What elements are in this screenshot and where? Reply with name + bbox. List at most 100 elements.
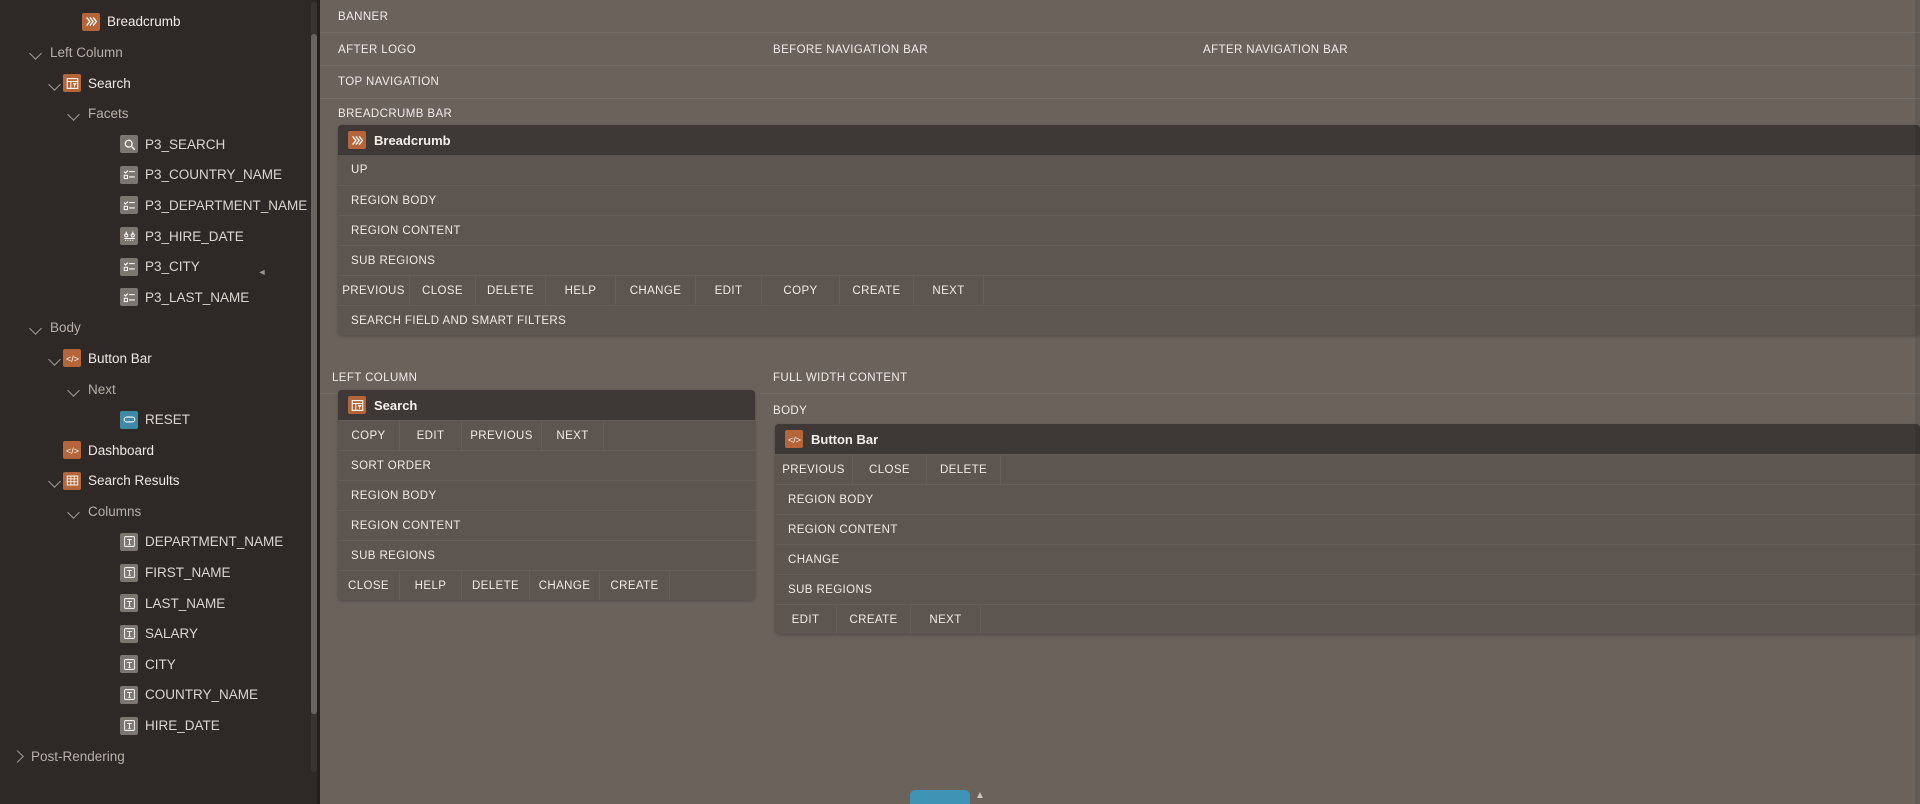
buttonbar-slot-change[interactable]: CHANGE (775, 544, 1920, 574)
region-breadcrumb[interactable]: Breadcrumb UP REGION BODY REGION CONTENT SU… (338, 125, 1920, 335)
tree-item-first-name[interactable]: FIRST_NAME (0, 557, 320, 588)
search-slot-region-content[interactable]: REGION CONTENT (338, 510, 755, 540)
tree-item-p3-city[interactable]: P3_CITY (0, 251, 320, 282)
region-breadcrumb-header[interactable]: Breadcrumb (338, 125, 1920, 155)
region-search-header[interactable]: Search (338, 390, 755, 420)
region-action-close[interactable]: CLOSE (853, 455, 927, 484)
tree-item-left-column[interactable]: Left Column (0, 37, 320, 68)
buttonbar-slot-sub-regions[interactable]: SUB REGIONS (775, 574, 1920, 604)
region-button-bar[interactable]: </> Button Bar PREVIOUS CLOSE DELETE REGION… (775, 424, 1920, 634)
region-action-close[interactable]: CLOSE (338, 571, 400, 600)
tree-item-salary[interactable]: SALARY (0, 618, 320, 649)
buttonbar-slot-region-body[interactable]: REGION BODY (775, 484, 1920, 514)
tree-item-label: CITY (145, 656, 176, 672)
tree-item-label: Body (50, 320, 81, 336)
region-action-edit[interactable]: EDIT (775, 605, 837, 634)
tree-item-label: Search Results (88, 473, 180, 489)
tree-item-reset[interactable]: RESET (0, 404, 320, 435)
faceted-search-icon (63, 74, 81, 93)
canvas-scrollbar[interactable] (1915, 0, 1920, 804)
chevron-down-icon[interactable] (46, 472, 63, 489)
tree-item-body[interactable]: Body (0, 313, 320, 344)
region-action-previous[interactable]: PREVIOUS (462, 421, 542, 450)
slot-label: SORT ORDER (351, 459, 432, 472)
tree-item-columns[interactable]: Columns (0, 496, 320, 527)
slot-label: UP (351, 164, 368, 176)
region-action-delete[interactable]: DELETE (476, 276, 546, 305)
tree-item-search[interactable]: Search (0, 68, 320, 99)
tree-item-dashboard[interactable]: </> Dashboard (0, 435, 320, 466)
tree-item-p3-last-name[interactable]: P3_LAST_NAME (0, 282, 320, 313)
text-column-icon (120, 624, 138, 643)
region-action-copy[interactable]: COPY (338, 421, 400, 450)
breadcrumb-slot-sub-regions[interactable]: SUB REGIONS (338, 245, 1920, 275)
text-column-icon (120, 532, 138, 551)
tree-item-country-name[interactable]: COUNTRY_NAME (0, 680, 320, 711)
region-action-edit[interactable]: EDIT (696, 276, 762, 305)
region-action-create[interactable]: CREATE (837, 605, 911, 634)
region-action-previous[interactable]: PREVIOUS (338, 276, 410, 305)
chevron-down-icon[interactable] (65, 381, 82, 398)
region-action-change[interactable]: CHANGE (616, 276, 696, 305)
chevron-down-icon[interactable] (65, 105, 82, 122)
position-label-banner: BANNER (338, 11, 389, 23)
region-action-next[interactable]: NEXT (911, 605, 981, 634)
chevron-down-icon[interactable] (65, 503, 82, 520)
tree-item-breadcrumb[interactable]: Breadcrumb (0, 7, 320, 38)
region-action-help[interactable]: HELP (546, 276, 616, 305)
buttonbar-slot-region-content[interactable]: REGION CONTENT (775, 514, 1920, 544)
breadcrumb-slot-region-body[interactable]: REGION BODY (338, 185, 1920, 215)
position-label-full-width-content: FULL WIDTH CONTENT (773, 372, 908, 384)
region-search[interactable]: Search COPY EDIT PREVIOUS NEXT SORT ORDER REG… (338, 390, 755, 600)
region-action-change[interactable]: CHANGE (530, 571, 600, 600)
tree-item-search-results[interactable]: Search Results (0, 466, 320, 497)
region-action-delete[interactable]: DELETE (462, 571, 530, 600)
region-action-edit[interactable]: EDIT (400, 421, 462, 450)
region-action-create[interactable]: CREATE (600, 571, 670, 600)
breadcrumb-slot-search-field-and-smart-filters[interactable]: SEARCH FIELD AND SMART FILTERS (338, 305, 1920, 335)
region-action-next[interactable]: NEXT (914, 276, 984, 305)
region-button-bar-header[interactable]: </> Button Bar (775, 424, 1920, 454)
tree-item-p3-country-name[interactable]: P3_COUNTRY_NAME (0, 160, 320, 191)
region-action-create[interactable]: CREATE (840, 276, 914, 305)
chevron-down-icon[interactable] (46, 350, 63, 367)
tree-twisty-spacer (103, 656, 120, 673)
tree-item-department-name[interactable]: DEPARTMENT_NAME (0, 527, 320, 558)
tree-item-facets[interactable]: Facets (0, 98, 320, 129)
search-slot-sort-order[interactable]: SORT ORDER (338, 450, 755, 480)
breadcrumb-slot-region-content[interactable]: REGION CONTENT (338, 215, 1920, 245)
breadcrumb-slot-up[interactable]: UP (338, 155, 1920, 185)
tree-twisty-spacer (103, 289, 120, 306)
tree-item-city[interactable]: CITY (0, 649, 320, 680)
region-button-row: CLOSE HELP DELETE CHANGE CREATE (338, 570, 755, 600)
region-action-delete[interactable]: DELETE (927, 455, 1001, 484)
region-button-bar-title: Button Bar (811, 431, 879, 447)
tree-item-breadcrumb-bar[interactable]: Breadcrumb Bar (0, 0, 320, 7)
tree-item-button-bar[interactable]: </> Button Bar (0, 343, 320, 374)
tree-item-post-rendering[interactable]: Post-Rendering (0, 741, 320, 772)
chevron-down-icon[interactable] (46, 75, 63, 92)
layout-canvas[interactable]: BANNER AFTER LOGO BEFORE NAVIGATION BAR … (320, 0, 1920, 804)
search-slot-region-body[interactable]: REGION BODY (338, 480, 755, 510)
tree-item-p3-search[interactable]: P3_SEARCH (0, 129, 320, 160)
chevron-down-icon[interactable] (27, 319, 44, 336)
region-action-copy[interactable]: COPY (762, 276, 840, 305)
tree-item-next[interactable]: Next (0, 374, 320, 405)
region-action-previous[interactable]: PREVIOUS (775, 455, 853, 484)
scroll-up-caret-icon[interactable]: ▲ (975, 790, 985, 801)
tree-item-p3-hire-date[interactable]: P3_HIRE_DATE (0, 221, 320, 252)
collapse-panel-handle[interactable]: ◄ (257, 262, 267, 282)
tree-scroll-area[interactable]: Breadcrumb Bar Breadcrumb Left Column Searc… (0, 0, 320, 780)
reset-button-preview[interactable] (910, 790, 970, 804)
tree-item-p3-department-name[interactable]: P3_DEPARTMENT_NAME (0, 190, 320, 221)
region-action-help[interactable]: HELP (400, 571, 462, 600)
svg-text:</>: </> (788, 434, 801, 444)
chevron-right-icon[interactable] (8, 748, 25, 765)
region-action-close[interactable]: CLOSE (410, 276, 476, 305)
tree-item-last-name[interactable]: LAST_NAME (0, 588, 320, 619)
tree-item-hire-date[interactable]: HIRE_DATE (0, 710, 320, 741)
chevron-down-icon[interactable] (27, 44, 44, 61)
checkbox-list-icon (120, 257, 138, 276)
search-slot-sub-regions[interactable]: SUB REGIONS (338, 540, 755, 570)
region-action-next[interactable]: NEXT (542, 421, 604, 450)
